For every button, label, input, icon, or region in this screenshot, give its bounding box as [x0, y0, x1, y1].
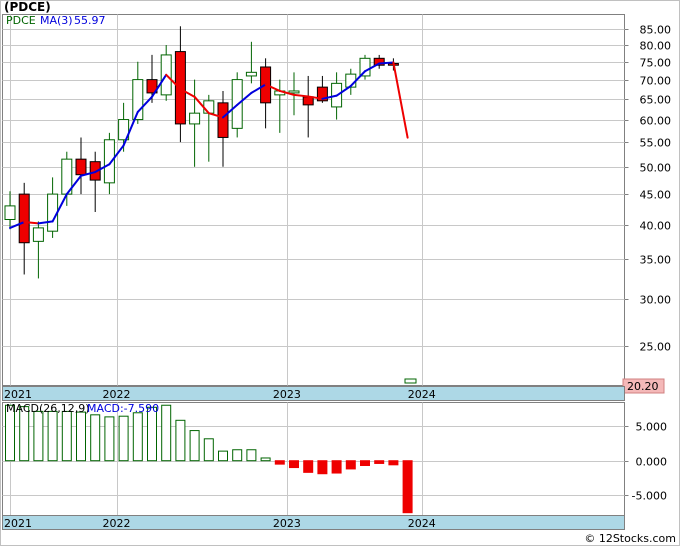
price-y-tick-label: 40.00 [640, 220, 672, 233]
macd-bar [203, 438, 214, 462]
macd-bar [189, 430, 200, 462]
macd-bar [132, 412, 143, 462]
macd-bar [47, 410, 58, 462]
candle-body [203, 100, 215, 114]
macd-bar [345, 460, 356, 470]
macd-bar [232, 449, 243, 462]
price-plot-area [2, 14, 625, 386]
price-y-tick-label: 80.00 [640, 40, 672, 53]
price-y-tick-label: 45.00 [640, 189, 672, 202]
macd-bar [331, 460, 342, 474]
candle-body [32, 227, 44, 242]
price-y-tick-label: 85.00 [640, 24, 672, 37]
macd-bar [161, 404, 172, 462]
macd-bar [90, 414, 101, 462]
price-y-tick-label: 25.00 [640, 341, 672, 354]
candle-body [217, 102, 229, 138]
macd-legend-label: MACD(26,12,9) [6, 402, 90, 415]
chart-title: (PDCE) [4, 0, 51, 14]
macd-bar [388, 460, 399, 466]
x-axis-label: 2024 [408, 388, 436, 401]
last-price-candle [404, 378, 417, 384]
macd-bar [147, 406, 157, 462]
ma-segment [23, 221, 40, 225]
candle-body [189, 112, 201, 125]
price-y-tick-label: 30.00 [640, 294, 672, 307]
candle-body [4, 205, 16, 220]
macd-bar [118, 415, 129, 462]
price-y-tick-label: 50.00 [640, 162, 672, 175]
macd-bar [274, 460, 285, 465]
macd-bar [260, 457, 271, 462]
price-y-tick-label: 60.00 [640, 115, 672, 128]
macd-bar [246, 449, 257, 462]
last-price-label: 20.20 [627, 380, 659, 393]
macd-bar [360, 460, 370, 467]
macd-legend-value: MACD:-7.590 [87, 402, 159, 415]
x-axis-label: 2023 [273, 388, 301, 401]
candle-body [288, 90, 300, 94]
price-y-tick-label: 65.00 [640, 94, 672, 107]
candle-body [245, 71, 257, 77]
price-x-axis-band [2, 386, 625, 401]
macd-x-axis-band [2, 515, 625, 530]
macd-bar [76, 411, 86, 462]
macd-y-tick-label: -5.000 [632, 490, 667, 503]
candle-body [359, 57, 371, 77]
macd-bar [317, 460, 328, 475]
x-axis-label: 2024 [408, 517, 436, 530]
x-axis-label: 2023 [273, 517, 301, 530]
price-y-tick-label: 55.00 [640, 137, 672, 150]
macd-bar [289, 460, 299, 469]
macd-bar [218, 450, 228, 462]
macd-bar [33, 410, 44, 462]
macd-bar [104, 416, 115, 462]
candle-body [18, 193, 30, 244]
stock-chart: (PDCE) 25.00 30.00 35.00 40.00 45.00 50.00 55.… [0, 0, 680, 546]
candle-body [103, 139, 115, 184]
price-y-tick-label: 75.00 [640, 57, 672, 70]
macd-y-tick-label: 0.000 [636, 456, 668, 469]
footer-credit: © 12Stocks.com [584, 532, 676, 545]
x-axis-label: 2022 [103, 388, 131, 401]
price-panel: 25.00 30.00 35.00 40.00 45.00 50.00 55.00 60.00… [2, 14, 672, 394]
macd-panel: 5.000 0.000 -5.000 MACD(26,12,9) MACD:-7.5… [2, 402, 668, 516]
price-y-tick-label: 35.00 [640, 254, 672, 267]
macd-bar [61, 410, 72, 462]
price-y-tick-label: 70.00 [640, 75, 672, 88]
candle-body [75, 158, 87, 176]
macd-bar [402, 460, 413, 514]
legend-ma-value: 55.97 [74, 14, 106, 27]
macd-bar [303, 460, 314, 473]
macd-y-tick-label: 5.000 [636, 421, 668, 434]
x-axis-label: 2021 [4, 388, 32, 401]
legend-ticker: PDCE [6, 14, 36, 27]
x-axis-label: 2021 [4, 517, 32, 530]
ma-segment [378, 61, 395, 65]
legend-ma-label: MA(3) [40, 14, 73, 27]
x-axis-label: 2022 [103, 517, 131, 530]
macd-bar [374, 460, 385, 464]
macd-bar [175, 419, 186, 462]
